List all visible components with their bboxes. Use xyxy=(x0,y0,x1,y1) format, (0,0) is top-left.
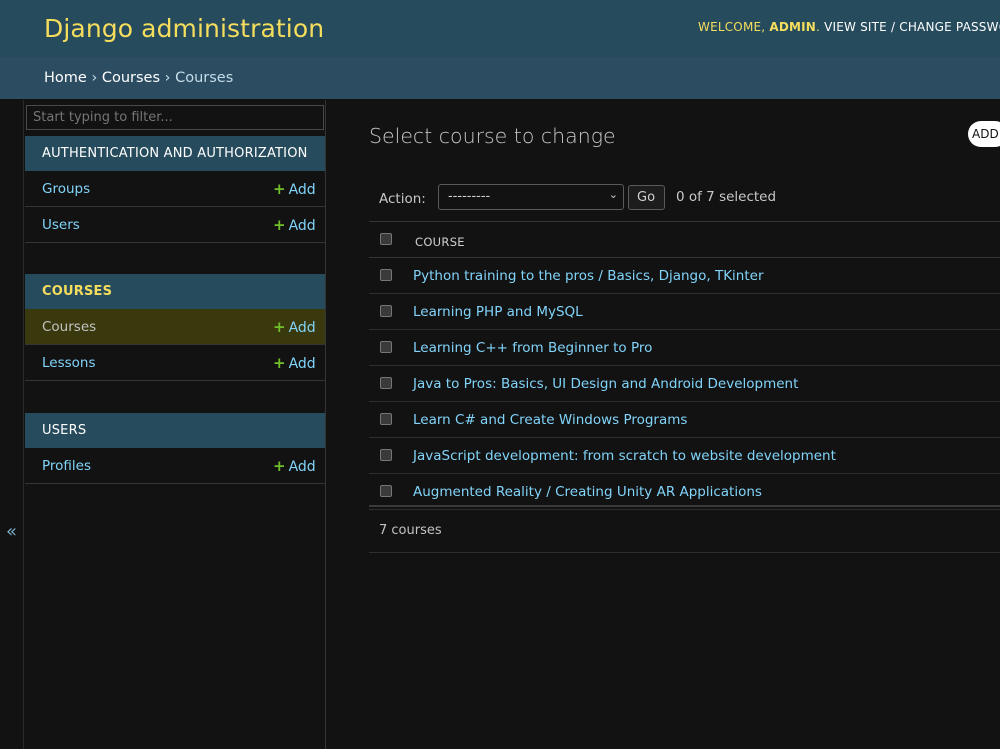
breadcrumb-current: Courses xyxy=(175,70,234,86)
plus-icon: + xyxy=(273,216,286,234)
add-groups-link[interactable]: + Add xyxy=(273,180,316,198)
course-link[interactable]: Learn C# and Create Windows Programs xyxy=(413,412,687,428)
double-chevron-left-icon[interactable]: « xyxy=(6,521,17,542)
table-row: Learning PHP and MySQL xyxy=(369,294,1000,330)
add-users-link[interactable]: + Add xyxy=(273,216,316,234)
header: Django administration WELCOME, ADMIN. VI… xyxy=(0,0,1000,57)
action-select-value: --------- xyxy=(448,189,491,204)
action-select[interactable]: --------- ⌄ xyxy=(438,184,624,210)
table-row: Learn C# and Create Windows Programs xyxy=(369,402,1000,438)
module-caption-courses[interactable]: COURSES xyxy=(25,274,325,309)
table-row: Python training to the pros / Basics, Dj… xyxy=(369,258,1000,294)
table-row: JavaScript development: from scratch to … xyxy=(369,438,1000,474)
table-row: Java to Pros: Basics, UI Design and Andr… xyxy=(369,366,1000,402)
sidebar-item-label[interactable]: Profiles xyxy=(42,458,91,474)
sidebar-toggle[interactable]: « xyxy=(0,100,24,749)
row-checkbox[interactable] xyxy=(380,485,392,497)
add-label: Add xyxy=(288,356,316,372)
row-checkbox[interactable] xyxy=(380,449,392,461)
username: ADMIN xyxy=(769,20,817,34)
welcome-text: WELCOME, xyxy=(698,20,766,34)
sidebar-item-label[interactable]: Users xyxy=(42,217,80,233)
plus-icon: + xyxy=(273,318,286,336)
table-header: COURSE xyxy=(369,222,1000,258)
change-password-link[interactable]: CHANGE PASSWORD / xyxy=(899,20,1000,34)
breadcrumb-separator: › xyxy=(91,70,98,86)
add-label: Add xyxy=(288,182,316,198)
column-header-course[interactable]: COURSE xyxy=(415,235,465,249)
add-course-button[interactable]: ADD xyxy=(968,121,1000,147)
row-checkbox[interactable] xyxy=(380,305,392,317)
module-caption-users[interactable]: USERS xyxy=(25,413,325,448)
add-profiles-link[interactable]: + Add xyxy=(273,457,316,475)
paginator: 7 courses xyxy=(369,505,1000,553)
row-checkbox[interactable] xyxy=(380,269,392,281)
course-link[interactable]: JavaScript development: from scratch to … xyxy=(413,448,836,464)
main-content: Select course to change ADD Action: ----… xyxy=(326,100,1000,749)
sidebar-item-label[interactable]: Lessons xyxy=(42,355,96,371)
add-lessons-link[interactable]: + Add xyxy=(273,354,316,372)
plus-icon: + xyxy=(273,180,286,198)
breadcrumb-app[interactable]: Courses xyxy=(102,70,160,86)
selected-count: 0 of 7 selected xyxy=(676,189,777,205)
breadcrumb-home[interactable]: Home xyxy=(44,70,87,86)
dot-separator: . xyxy=(816,20,821,34)
course-link[interactable]: Learning C++ from Beginner to Pro xyxy=(413,340,652,356)
add-label: Add xyxy=(288,320,316,336)
course-link[interactable]: Augmented Reality / Creating Unity AR Ap… xyxy=(413,484,762,500)
nav-filter-input[interactable] xyxy=(26,105,324,130)
nav-sidebar: AUTHENTICATION AND AUTHORIZATION Groups … xyxy=(24,100,326,749)
table-row: Learning C++ from Beginner to Pro xyxy=(369,330,1000,366)
sidebar-item-users[interactable]: Users + Add xyxy=(25,207,325,243)
course-link[interactable]: Learning PHP and MySQL xyxy=(413,304,583,320)
sidebar-item-profiles[interactable]: Profiles + Add xyxy=(25,448,325,484)
select-all-checkbox[interactable] xyxy=(380,233,392,245)
course-link[interactable]: Python training to the pros / Basics, Dj… xyxy=(413,268,764,284)
page-title: Select course to change xyxy=(369,124,616,148)
add-label: Add xyxy=(288,218,316,234)
actions-bar: Action: --------- ⌄ Go 0 of 7 selected xyxy=(369,184,1000,221)
row-checkbox[interactable] xyxy=(380,341,392,353)
module-caption-auth[interactable]: AUTHENTICATION AND AUTHORIZATION xyxy=(25,136,325,171)
breadcrumb-separator: › xyxy=(164,70,171,86)
slash-separator: / xyxy=(890,20,896,34)
sidebar-item-groups[interactable]: Groups + Add xyxy=(25,171,325,207)
sidebar-item-lessons[interactable]: Lessons + Add xyxy=(25,345,325,381)
sidebar-item-label[interactable]: Courses xyxy=(42,319,96,335)
go-button[interactable]: Go xyxy=(628,185,665,210)
chevron-down-icon: ⌄ xyxy=(608,188,618,201)
plus-icon: + xyxy=(273,457,286,475)
sidebar-item-label[interactable]: Groups xyxy=(42,181,90,197)
sidebar-item-courses[interactable]: Courses + Add xyxy=(25,309,325,345)
row-checkbox[interactable] xyxy=(380,377,392,389)
row-checkbox[interactable] xyxy=(380,413,392,425)
plus-icon: + xyxy=(273,354,286,372)
view-site-link[interactable]: VIEW SITE xyxy=(824,20,887,34)
action-label: Action: xyxy=(379,191,426,207)
add-courses-link[interactable]: + Add xyxy=(273,318,316,336)
add-label: Add xyxy=(288,459,316,475)
result-list: COURSE Python training to the pros / Bas… xyxy=(369,221,1000,510)
course-link[interactable]: Java to Pros: Basics, UI Design and Andr… xyxy=(413,376,798,392)
user-tools: WELCOME, ADMIN. VIEW SITE / CHANGE PASSW… xyxy=(698,20,1000,34)
site-name[interactable]: Django administration xyxy=(44,14,324,43)
breadcrumb: Home › Courses › Courses xyxy=(0,57,1000,99)
